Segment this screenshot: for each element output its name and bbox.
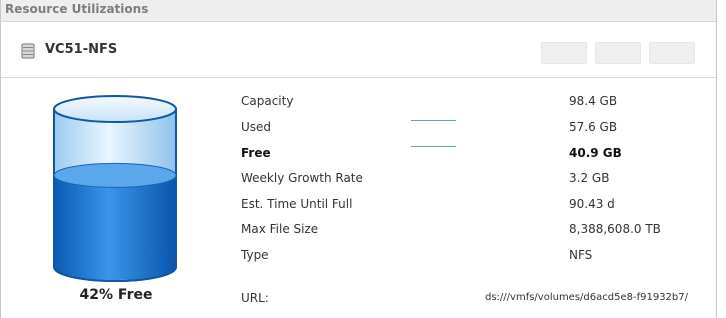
- resource-utilizations-panel: Resource Utilizations VC51-NFS 42% Free …: [0, 0, 717, 318]
- used-marker-line: [411, 120, 456, 121]
- used-label: Used: [241, 120, 272, 134]
- max-file-size-value: 8,388,608.0 TB: [569, 222, 661, 236]
- free-percent-label: 42% Free: [79, 287, 153, 303]
- used-value: 57.6 GB: [569, 120, 618, 134]
- datastore-icon: [21, 43, 35, 59]
- free-value: 40.9 GB: [569, 146, 622, 160]
- panel-title: Resource Utilizations: [5, 2, 149, 16]
- url-label: URL:: [241, 291, 269, 305]
- free-label: Free: [241, 146, 271, 160]
- cylinder-fill: [55, 175, 175, 280]
- type-label: Type: [241, 248, 269, 262]
- growth-rate-label: Weekly Growth Rate: [241, 171, 363, 185]
- type-value: NFS: [569, 248, 593, 262]
- time-until-full-value: 90.43 d: [569, 197, 615, 211]
- storage-cylinder-gauge: [53, 95, 177, 282]
- resource-name: VC51-NFS: [45, 42, 118, 57]
- capacity-value: 98.4 GB: [569, 94, 618, 108]
- toolbar-button-3[interactable]: [649, 42, 695, 64]
- free-marker-line: [411, 146, 456, 147]
- capacity-label: Capacity: [241, 94, 294, 108]
- url-value: ds:///vmfs/volumes/d6acd5e8-f91932b7/: [485, 292, 688, 303]
- time-until-full-label: Est. Time Until Full: [241, 197, 353, 211]
- toolbar-button-1[interactable]: [541, 42, 587, 64]
- panel-header: Resource Utilizations: [1, 0, 716, 22]
- growth-rate-value: 3.2 GB: [569, 171, 610, 185]
- cylinder-top: [53, 95, 177, 123]
- cylinder-fill-surface: [53, 162, 177, 188]
- toolbar-button-2[interactable]: [595, 42, 641, 64]
- max-file-size-label: Max File Size: [241, 222, 319, 236]
- resource-row: VC51-NFS: [1, 37, 716, 78]
